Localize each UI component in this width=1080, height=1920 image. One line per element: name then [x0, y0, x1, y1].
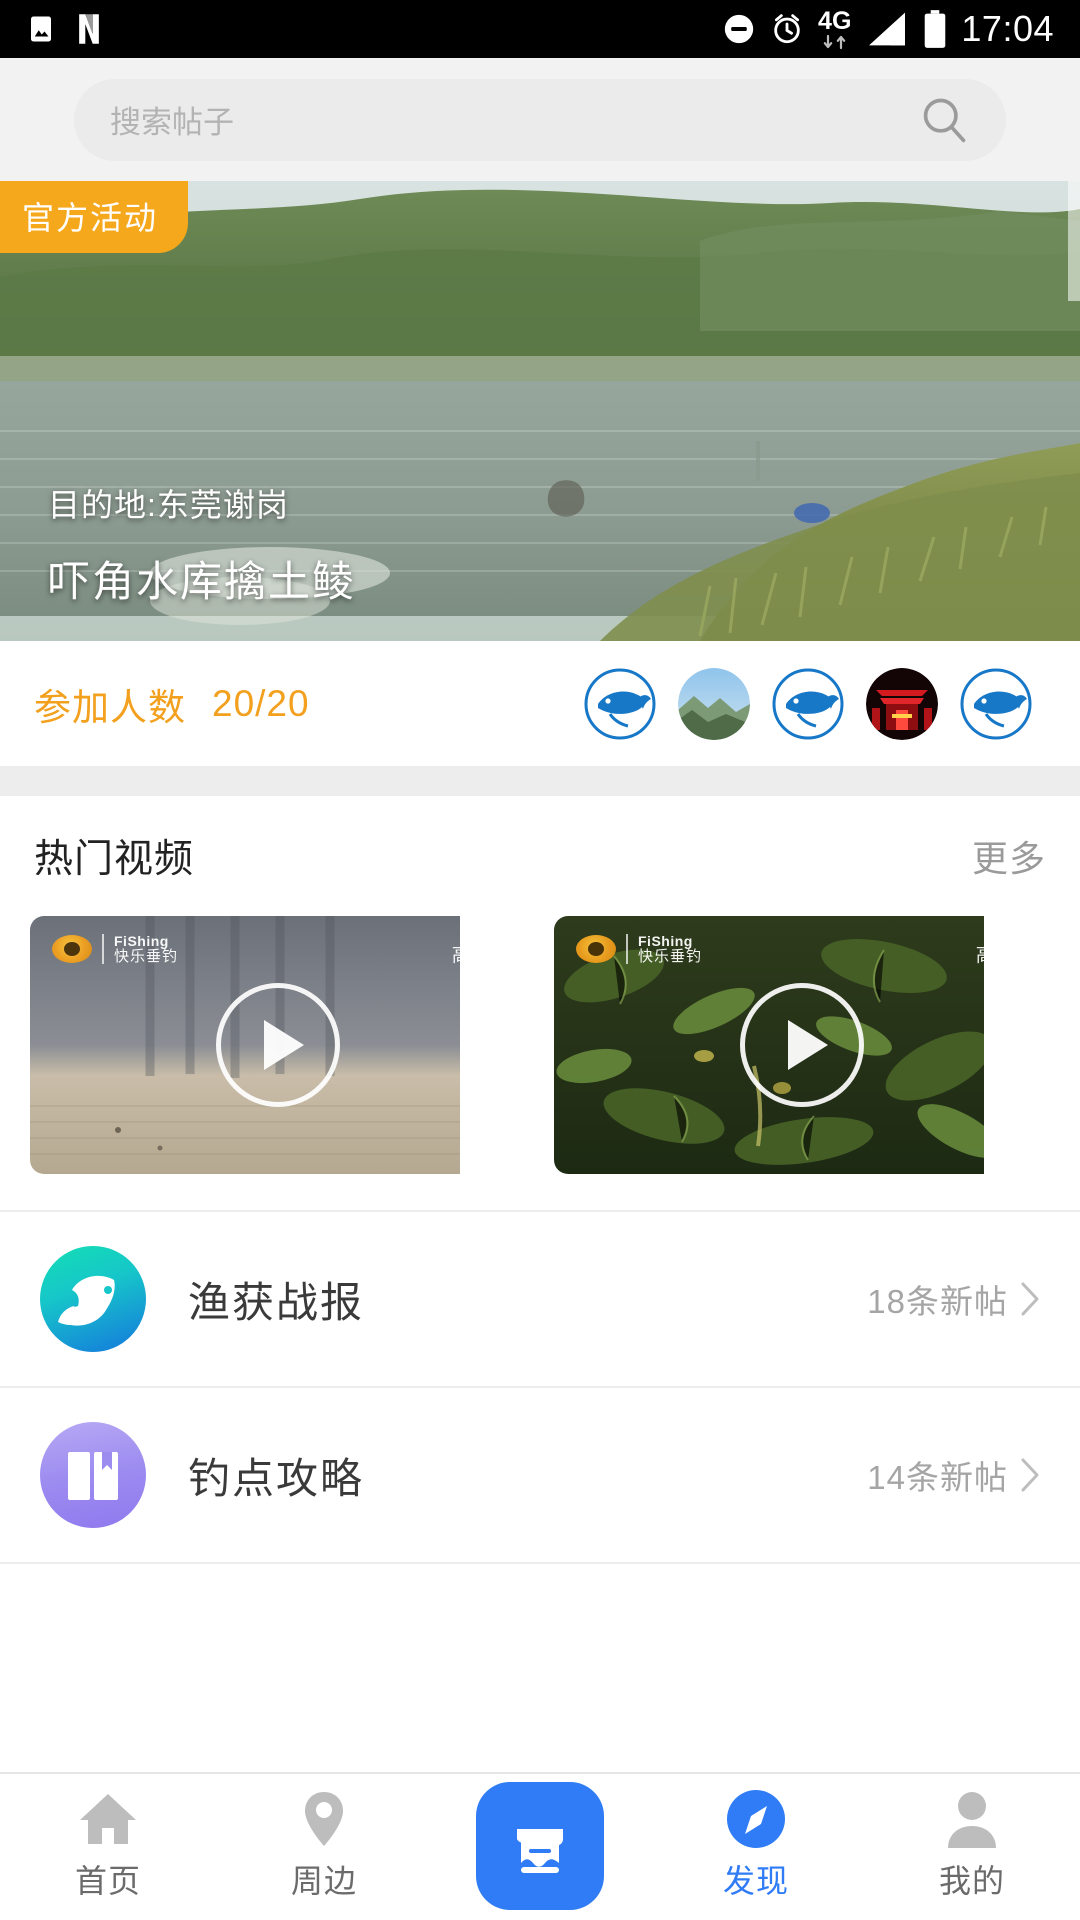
- signal-icon: [869, 12, 906, 46]
- banner-destination: 目的地:东莞谢岗: [48, 487, 289, 523]
- netflix-icon: [79, 14, 99, 44]
- hot-videos-more-link[interactable]: 更多: [972, 830, 1046, 882]
- avatar[interactable]: [772, 667, 844, 740]
- watermark-brand: FiShing: [638, 933, 693, 949]
- list-item[interactable]: 钓点攻略 14条新帖: [0, 1388, 1080, 1564]
- battery-icon: [925, 10, 946, 48]
- brand-logo-icon: [576, 935, 616, 964]
- hot-videos-grid: FiShing 快乐垂钓 高 清 FiShing 快乐垂钓 高 清: [0, 916, 1080, 1210]
- do-not-disturb-icon: [724, 14, 754, 44]
- search-icon[interactable]: [918, 94, 970, 146]
- list-item[interactable]: 渔获战报 18条新帖: [0, 1212, 1080, 1388]
- participants-count: 20/20: [212, 682, 310, 724]
- mountain-photo-avatar-icon: [678, 667, 750, 740]
- tab-mine-label: 我的: [938, 1863, 1005, 1899]
- fish-logo-avatar-icon: [772, 667, 844, 740]
- tab-home-label: 首页: [74, 1863, 141, 1899]
- section-divider: [0, 766, 1080, 796]
- tab-mine[interactable]: 我的: [864, 1774, 1080, 1902]
- tab-shop[interactable]: [432, 1774, 648, 1916]
- avatar[interactable]: [960, 667, 1032, 740]
- tab-nearby[interactable]: 周边: [216, 1774, 432, 1902]
- banner-scroll-indicator: [1068, 181, 1080, 301]
- list-item-label: 钓点攻略: [188, 1454, 365, 1502]
- bottom-navigation: 首页 周边 发现 我的: [0, 1772, 1080, 1920]
- person-icon: [944, 1788, 1000, 1850]
- category-list: 渔获战报 18条新帖 钓点攻略 14条新帖: [0, 1210, 1080, 1564]
- play-triangle: [264, 1020, 304, 1070]
- video-quality-label: 高 清: [975, 945, 1028, 966]
- alarm-icon: [774, 14, 800, 44]
- fish-icon: [40, 1246, 146, 1352]
- fish-glyph-icon: [58, 1275, 115, 1326]
- status-bar-right-icons: 4G 17:04: [722, 8, 1054, 50]
- search-input[interactable]: 搜索帖子: [74, 78, 1006, 161]
- hot-videos-title: 热门视频: [34, 838, 195, 881]
- book-icon: [40, 1422, 146, 1528]
- tab-discover[interactable]: 发现: [648, 1774, 864, 1902]
- participants-row[interactable]: 参加人数 20/20: [0, 641, 1080, 766]
- image-icon: [31, 16, 51, 42]
- app-screen: 4G 17:04 搜索帖子 官方活动 目的地:东莞谢岗 吓角水库擒土鲮 参加人数…: [0, 0, 1080, 1920]
- play-triangle: [788, 1020, 828, 1070]
- fish-logo-avatar-icon: [584, 667, 656, 740]
- official-activity-badge: 官方活动: [0, 181, 189, 253]
- network-type-indicator: 4G: [818, 8, 851, 50]
- list-item-meta: 14条新帖: [867, 1451, 1040, 1499]
- home-icon: [78, 1788, 138, 1850]
- location-pin-icon: [297, 1788, 351, 1850]
- hot-videos-header: 热门视频 更多: [0, 796, 1080, 916]
- avatar[interactable]: [678, 667, 750, 740]
- red-archway-avatar-icon: [866, 667, 938, 740]
- list-item-label: 渔获战报: [188, 1278, 365, 1326]
- watermark-text: FiShing 快乐垂钓: [114, 934, 178, 964]
- shop-icon: [517, 1829, 563, 1873]
- play-icon[interactable]: [740, 983, 864, 1107]
- watermark-sub: 快乐垂钓: [638, 947, 703, 965]
- avatar[interactable]: [584, 667, 656, 740]
- compass-icon: [725, 1788, 787, 1850]
- tab-nearby-label: 周边: [290, 1863, 357, 1899]
- participant-avatars: [584, 667, 1046, 740]
- tab-home[interactable]: 首页: [0, 1774, 216, 1902]
- play-icon[interactable]: [216, 983, 340, 1107]
- avatar[interactable]: [866, 667, 938, 740]
- data-transfer-icon: [823, 34, 846, 49]
- chevron-right-icon: [1021, 1282, 1039, 1316]
- watermark-brand: FiShing: [114, 933, 169, 949]
- fish-logo-avatar-icon: [960, 667, 1032, 740]
- featured-activity-banner[interactable]: 官方活动 目的地:东莞谢岗 吓角水库擒土鲮: [0, 181, 1080, 641]
- book-glyph-icon: [68, 1452, 118, 1500]
- watermark-text: FiShing 快乐垂钓: [638, 934, 702, 964]
- tab-discover-label: 发现: [722, 1863, 789, 1899]
- status-bar-left-icons: [26, 13, 104, 45]
- watermark-divider: [626, 934, 628, 965]
- search-bar-container: 搜索帖子: [0, 58, 1080, 181]
- list-item-meta: 18条新帖: [867, 1275, 1040, 1323]
- list-item-count: 18条新帖: [867, 1283, 1008, 1320]
- video-watermark: FiShing 快乐垂钓: [52, 934, 178, 965]
- participants-label: 参加人数: [34, 686, 186, 728]
- video-watermark: FiShing 快乐垂钓: [576, 934, 702, 965]
- banner-title: 吓角水库擒土鲮: [48, 558, 357, 605]
- brand-logo-icon: [52, 935, 92, 964]
- video-card[interactable]: FiShing 快乐垂钓 高 清: [554, 916, 1050, 1174]
- status-bar: 4G 17:04: [0, 0, 1080, 58]
- banner-text-block: 目的地:东莞谢岗 吓角水库擒土鲮: [48, 480, 356, 609]
- video-card[interactable]: FiShing 快乐垂钓 高 清: [30, 916, 526, 1174]
- search-placeholder: 搜索帖子: [110, 105, 234, 140]
- video-quality-label: 高 清: [451, 945, 504, 966]
- shop-button[interactable]: [476, 1782, 604, 1910]
- watermark-sub: 快乐垂钓: [114, 947, 179, 965]
- chevron-right-icon: [1021, 1458, 1039, 1492]
- status-bar-clock: 17:04: [961, 8, 1054, 49]
- list-item-count: 14条新帖: [867, 1459, 1008, 1496]
- watermark-divider: [102, 934, 104, 965]
